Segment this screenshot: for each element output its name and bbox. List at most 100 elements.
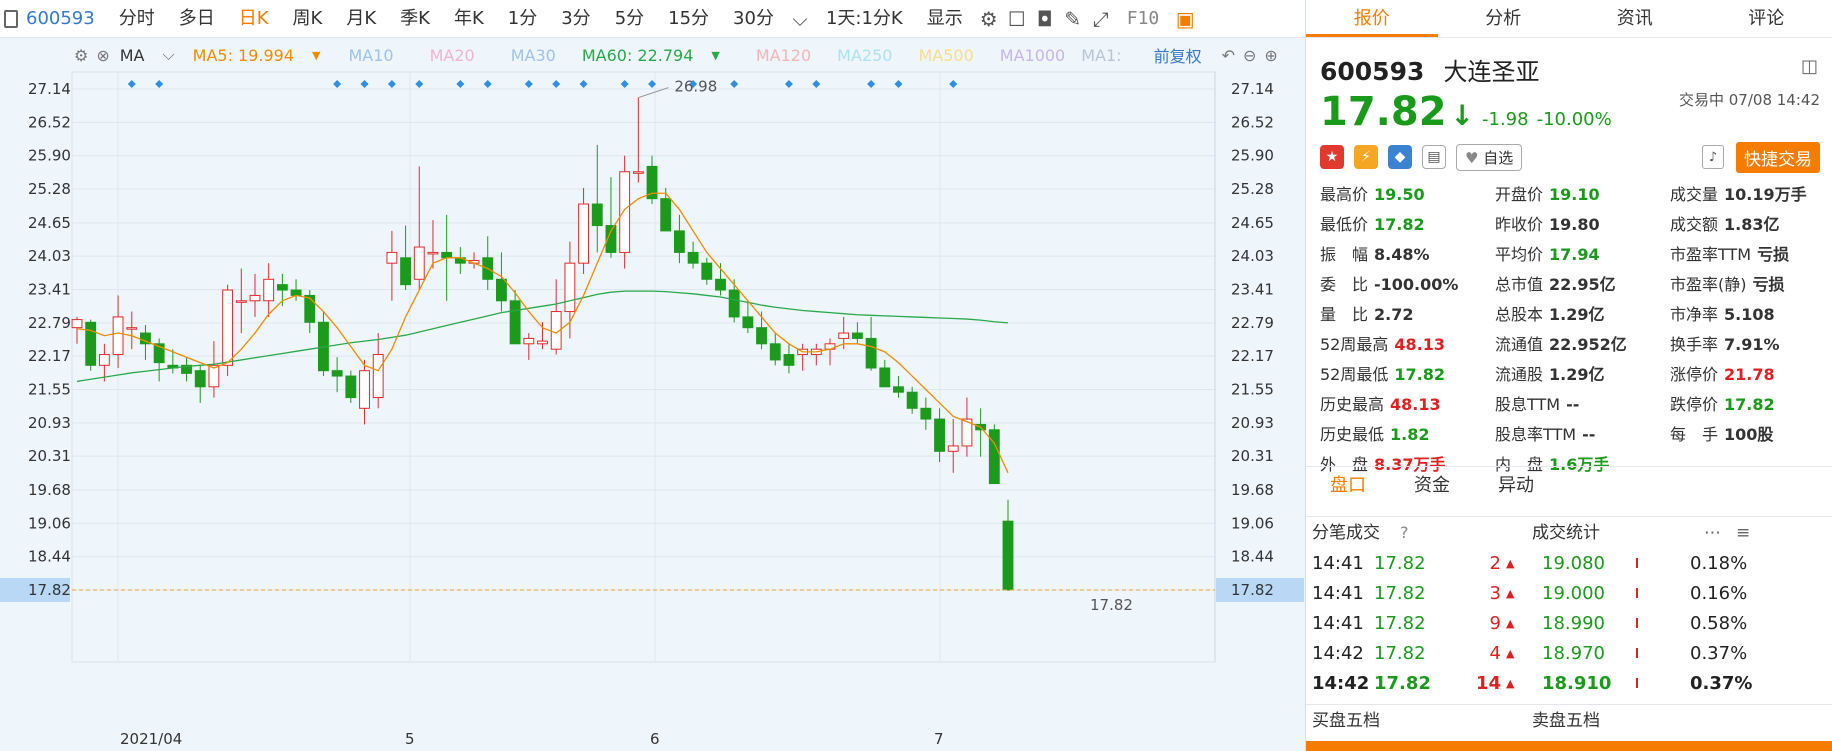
square-icon[interactable]: ☐	[1003, 0, 1031, 38]
help-icon[interactable]: ?	[1400, 517, 1409, 549]
candle-body[interactable]	[783, 354, 795, 366]
tab-comments[interactable]: 评论	[1701, 0, 1832, 37]
list-icon[interactable]: ≡	[1736, 517, 1750, 549]
candle-body[interactable]	[619, 171, 631, 253]
candle-body[interactable]	[564, 262, 576, 313]
tab-30min[interactable]: 30分	[721, 0, 786, 38]
candle-body[interactable]	[715, 278, 726, 291]
f10-button[interactable]: F10	[1115, 0, 1172, 38]
candle-body[interactable]	[988, 429, 1000, 485]
candle-body[interactable]	[372, 354, 384, 399]
tab-multiday[interactable]: 多日	[167, 0, 227, 38]
tab-news[interactable]: 资讯	[1569, 0, 1701, 37]
tab-weekly-k[interactable]: 周K	[281, 0, 335, 38]
stat-price: 19.080	[1542, 552, 1605, 574]
price-change-pct: -10.00%	[1536, 109, 1612, 130]
candle-body[interactable]	[386, 251, 398, 264]
candle-body[interactable]	[947, 445, 959, 452]
bell-icon[interactable]: ♪	[1702, 145, 1724, 169]
candle-body[interactable]	[838, 332, 850, 339]
tab-order-book[interactable]: 盘口	[1306, 467, 1390, 504]
candle-body[interactable]	[413, 246, 425, 280]
candle-body[interactable]	[934, 418, 945, 452]
candle-body[interactable]	[235, 300, 247, 303]
candle-body[interactable]	[222, 289, 234, 366]
stock-code[interactable]: 600593	[22, 0, 107, 38]
candle-body[interactable]	[71, 319, 83, 329]
heart-icon: ♥	[1465, 148, 1479, 167]
tab-intraday[interactable]: 分时	[107, 0, 167, 38]
quote-item: 昨收价 19.80	[1495, 211, 1670, 235]
candle-body[interactable]	[400, 257, 412, 286]
candle-body[interactable]	[427, 251, 439, 255]
candle-body[interactable]	[701, 262, 713, 280]
tab-analysis[interactable]: 分析	[1438, 0, 1570, 37]
candle-body[interactable]	[112, 316, 124, 356]
candle-body[interactable]	[98, 354, 110, 366]
display-menu[interactable]: 显示	[915, 0, 975, 38]
candle-body[interactable]	[865, 337, 877, 369]
tab-fund-flow[interactable]: 资金	[1390, 467, 1474, 504]
candle-body[interactable]	[687, 251, 699, 264]
candle-body[interactable]	[523, 337, 535, 345]
candle-body[interactable]	[591, 203, 603, 227]
candle-body[interactable]	[578, 203, 590, 264]
fullscreen-icon[interactable]: ⤢	[1087, 0, 1115, 38]
candle-body[interactable]	[304, 294, 316, 323]
trade-volume: 9	[1489, 612, 1501, 634]
candle-body[interactable]	[632, 171, 644, 174]
tab-monthly-k[interactable]: 月K	[334, 0, 388, 38]
chevron-down-icon[interactable]: ⌵	[786, 0, 814, 38]
candle-body[interactable]	[537, 340, 548, 345]
candle-body[interactable]	[920, 407, 932, 420]
panel-toggle-icon[interactable]	[4, 9, 18, 28]
sidebar-toggle-icon[interactable]: ▣	[1171, 0, 1199, 38]
add-favorite-button[interactable]: ♥ 自选	[1456, 143, 1523, 171]
candle-body[interactable]	[85, 321, 97, 366]
tab-5min[interactable]: 5分	[603, 0, 656, 38]
candle-body[interactable]	[249, 294, 261, 302]
tab-anomaly[interactable]: 异动	[1474, 467, 1558, 504]
candle-body[interactable]	[495, 278, 507, 302]
quick-trade-button[interactable]: 快捷交易	[1736, 141, 1820, 173]
candle-body[interactable]	[276, 284, 288, 291]
candlestick-chart[interactable]: 27.14 26.52 25.90 25.28 24.65 24.03 23.41 22.79…	[0, 38, 1305, 751]
candle-body[interactable]	[906, 391, 918, 409]
candle-body[interactable]	[851, 332, 863, 339]
tab-quarterly-k[interactable]: 季K	[388, 0, 442, 38]
candle-body[interactable]	[441, 251, 453, 259]
candle-body[interactable]	[359, 370, 370, 409]
candle-body[interactable]	[756, 327, 767, 345]
tab-1min[interactable]: 1分	[496, 0, 549, 38]
candle-body[interactable]	[660, 198, 672, 232]
note-icon[interactable]: ▤	[1422, 145, 1446, 169]
candle-body[interactable]	[345, 375, 357, 399]
candle-body[interactable]	[331, 370, 343, 377]
tab-yearly-k[interactable]: 年K	[442, 0, 496, 38]
panel-layout-icon[interactable]: ◫	[1801, 56, 1818, 77]
candle-body[interactable]	[893, 386, 904, 393]
more-icon[interactable]: ⋯	[1704, 517, 1721, 549]
quote-item: 流通股 1.29亿	[1495, 361, 1670, 385]
candle-body[interactable]	[263, 278, 275, 302]
tab-daily-k[interactable]: 日K	[227, 0, 281, 38]
trades-title: 分笔成交	[1312, 523, 1380, 543]
candle-body[interactable]	[126, 327, 138, 330]
gear-icon[interactable]: ⚙	[975, 0, 1003, 38]
candle-body[interactable]	[509, 300, 521, 345]
camera-icon[interactable]: ◘	[1031, 0, 1059, 38]
candle-body[interactable]	[742, 316, 754, 329]
candle-body[interactable]	[769, 343, 781, 361]
candle-body[interactable]	[194, 370, 206, 388]
pencil-icon[interactable]: ✎	[1059, 0, 1087, 38]
period-select[interactable]: 1天:1分K	[814, 0, 915, 38]
candle-body[interactable]	[1002, 520, 1014, 591]
candle-body[interactable]	[673, 230, 685, 253]
tab-3min[interactable]: 3分	[549, 0, 602, 38]
candle-body[interactable]	[290, 289, 302, 296]
tab-quote[interactable]: 报价	[1306, 0, 1438, 37]
tab-15min[interactable]: 15分	[656, 0, 721, 38]
candle-body[interactable]	[728, 289, 740, 318]
y-tick-label: 19.06	[1231, 514, 1274, 532]
candle-body[interactable]	[879, 367, 891, 388]
